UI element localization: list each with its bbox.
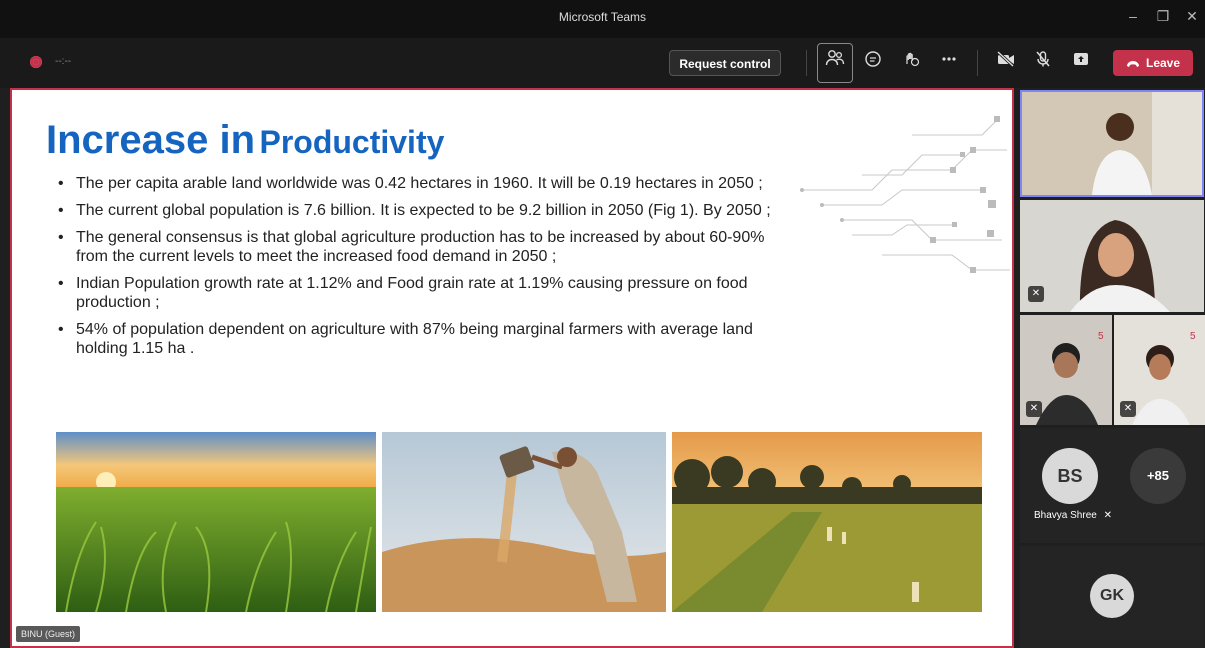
slide-title: Increase in Productivity (46, 118, 444, 163)
mic-off-icon: ✕ (1028, 286, 1044, 302)
participant-video (1022, 92, 1202, 195)
phone-hangup-icon (1126, 51, 1140, 77)
restore-icon[interactable]: ❐ (1153, 8, 1173, 25)
recording-icon (30, 56, 42, 68)
mic-off-icon: ✕ (1120, 401, 1136, 417)
toolbar-divider (977, 50, 978, 76)
leave-label: Leave (1145, 56, 1181, 70)
paddy-field-image (672, 432, 982, 612)
window-title: Microsoft Teams (558, 10, 647, 24)
participants-icon[interactable] (817, 43, 853, 83)
title-bar: Microsoft Teams – ❐ ✕ (0, 0, 1205, 38)
slide-title-part1: Increase in (46, 118, 256, 162)
circuit-decoration (800, 116, 1010, 273)
minimize-icon[interactable]: – (1123, 8, 1143, 24)
grain-harvest-image (382, 432, 666, 612)
svg-text:5: 5 (1098, 331, 1104, 342)
mic-off-icon[interactable] (1025, 50, 1061, 76)
reactions-icon[interactable] (893, 50, 929, 76)
participant-tile-gk[interactable]: GK (1020, 546, 1204, 648)
participants-panel: ✕ 5 ✕ 5 ✕ BS Bhavya Shree ✕ +85 GK (1016, 88, 1205, 648)
toolbar-divider (806, 50, 807, 76)
video-tile[interactable]: 5 ✕ (1114, 315, 1205, 425)
mic-off-icon: ✕ (1026, 401, 1042, 417)
shared-screen: Increase in Productivity The per capita … (10, 88, 1014, 648)
cornfield-image (56, 432, 376, 612)
request-control-button[interactable]: Request control (669, 50, 781, 76)
bullet-item: The current global population is 7.6 bil… (56, 201, 796, 220)
mic-off-icon: ✕ (1103, 510, 1112, 521)
slide-title-part2: Productivity (259, 124, 445, 160)
participant-name: Bhavya Shree ✕ (1034, 510, 1112, 521)
share-icon[interactable] (1063, 50, 1099, 76)
slide-bullets: The per capita arable land worldwide was… (56, 174, 796, 366)
bullet-item: Indian Population growth rate at 1.12% a… (56, 274, 796, 312)
bullet-item: The general consensus is that global agr… (56, 228, 796, 266)
video-tile[interactable] (1020, 90, 1204, 197)
bullet-item: The per capita arable land worldwide was… (56, 174, 796, 193)
participant-video (1020, 200, 1204, 312)
svg-text:5: 5 (1190, 331, 1196, 342)
avatar: GK (1090, 574, 1134, 618)
more-participants-button[interactable]: +85 (1130, 448, 1186, 504)
video-tile[interactable]: 5 ✕ (1020, 315, 1112, 425)
bullet-item: 54% of population dependent on agricultu… (56, 320, 796, 358)
meeting-timer: --:-- (55, 56, 72, 67)
close-icon[interactable]: ✕ (1182, 8, 1202, 25)
video-tile[interactable]: ✕ (1020, 200, 1204, 312)
camera-off-icon[interactable] (988, 50, 1024, 76)
more-icon[interactable] (931, 50, 967, 76)
participant-tile-bs[interactable]: BS Bhavya Shree ✕ +85 (1020, 428, 1204, 543)
leave-button[interactable]: Leave (1113, 50, 1193, 76)
participant-name-text: Bhavya Shree (1034, 510, 1097, 521)
meeting-toolbar: --:-- Request control Leave (0, 38, 1205, 88)
chat-icon[interactable] (855, 50, 891, 76)
avatar: BS (1042, 448, 1098, 504)
presenter-name-label: BINU (Guest) (16, 626, 81, 642)
